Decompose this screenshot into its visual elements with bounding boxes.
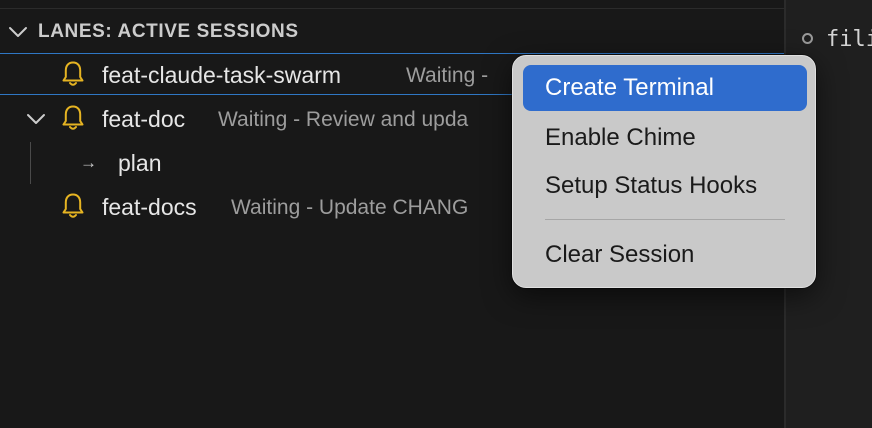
menu-item-create-terminal[interactable]: Create Terminal xyxy=(523,65,807,111)
menu-item-clear-session[interactable]: Clear Session xyxy=(523,232,807,278)
chevron-down-icon[interactable] xyxy=(26,109,46,129)
editor-text: fili xyxy=(826,27,872,52)
chevron-down-icon[interactable] xyxy=(8,22,28,42)
bell-icon xyxy=(61,104,85,132)
context-menu: Create Terminal Enable Chime Setup Statu… xyxy=(512,55,816,288)
section-header-lanes[interactable]: LANES: ACTIVE SESSIONS xyxy=(0,14,784,50)
section-title: LANES: ACTIVE SESSIONS xyxy=(38,21,299,42)
menu-item-setup-status-hooks[interactable]: Setup Status Hooks xyxy=(523,163,807,209)
session-label: feat-claude-task-swarm xyxy=(102,62,342,88)
session-label: feat-doc xyxy=(102,106,186,132)
session-label: feat-docs xyxy=(102,194,197,220)
circle-icon xyxy=(802,33,813,44)
menu-item-enable-chime[interactable]: Enable Chime xyxy=(523,115,807,161)
session-description: Waiting - Update CHANG xyxy=(231,196,469,219)
menu-separator xyxy=(545,219,785,220)
session-description: Waiting - xyxy=(406,64,489,87)
top-divider xyxy=(0,8,784,9)
vscode-window: fili LANES: ACTIVE SESSIONS feat-claude-… xyxy=(0,0,872,428)
arrow-right-icon: → xyxy=(80,153,97,172)
child-label: plan xyxy=(118,150,162,176)
session-description: Waiting - Review and upda xyxy=(218,108,469,131)
bell-icon xyxy=(61,60,85,88)
bell-icon xyxy=(61,192,85,220)
